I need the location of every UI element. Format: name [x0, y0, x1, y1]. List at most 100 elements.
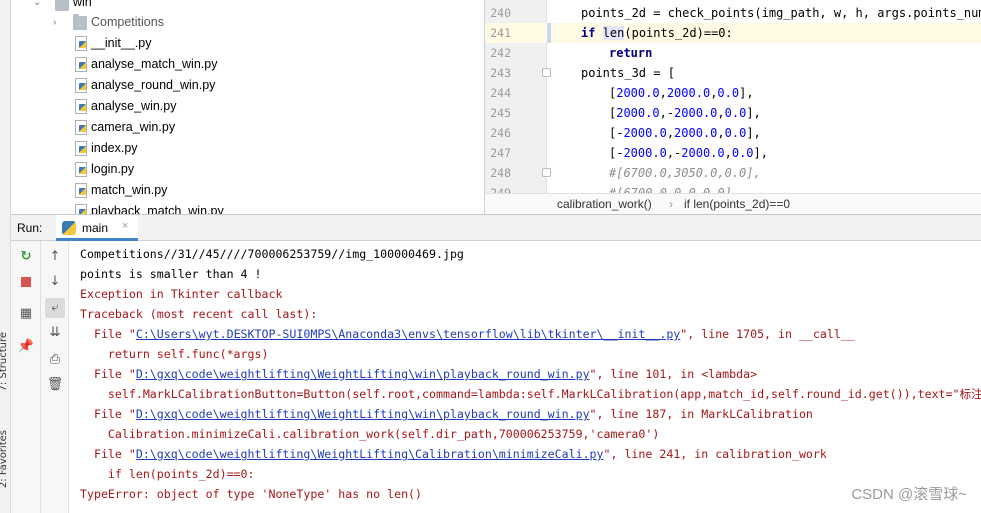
python-file-icon [75, 78, 87, 93]
code-line[interactable]: 247 [-2000.0,-2000.0,0.0], [485, 143, 981, 163]
code-token: points_3d = [ [581, 66, 675, 80]
code-text: points_2d = check_points(img_path, w, h,… [581, 3, 981, 23]
code-token: [- [609, 146, 624, 160]
code-line[interactable]: 243 points_3d = [ [485, 63, 981, 83]
line-number: 244 [490, 86, 511, 100]
chevron-down-icon[interactable]: ⌄ [33, 0, 43, 13]
pin-icon[interactable]: 📌 [16, 337, 36, 357]
code-token: ], [739, 86, 754, 100]
python-file-icon [75, 183, 87, 198]
line-number: 240 [490, 6, 511, 20]
trash-icon[interactable]: 🗑 [45, 375, 65, 395]
line-number: 248 [490, 166, 511, 180]
tree-label: __init__.py [91, 36, 152, 50]
code-text: #[6700.0,3050.0,0.0], [609, 163, 761, 183]
code-line[interactable]: 248 #[6700.0,3050.0,0.0], [485, 163, 981, 183]
down-arrow-icon[interactable]: ↓ [45, 272, 65, 292]
code-line[interactable]: 240 points_2d = check_points(img_path, w,… [485, 3, 981, 23]
code-number: 0.0 [717, 86, 740, 100]
console-line: File "C:\Users\wyt.DESKTOP-SUI0MPS\Anaco… [80, 324, 855, 344]
file-path-link[interactable]: D:\gxq\code\weightlifting\WeightLifting\… [136, 407, 590, 421]
code-comment: #[6700.0,3050.0,0.0], [609, 166, 761, 180]
code-line[interactable]: 241 if len(points_2d)==0: [485, 23, 981, 43]
soft-wrap-icon[interactable]: ⤶ [45, 298, 65, 318]
run-toolbar-primary: ↻ ▦ 📌 [11, 241, 41, 513]
console-text: File " [80, 367, 136, 381]
python-file-icon [75, 162, 87, 177]
tree-label: analyse_match_win.py [91, 57, 218, 71]
code-token: points_2d = check_points(img_path, w, h,… [581, 6, 981, 20]
fold-marker-icon[interactable] [542, 68, 551, 77]
rerun-icon[interactable]: ↻ [16, 247, 36, 267]
close-icon[interactable]: × [122, 220, 128, 232]
run-tab-main[interactable]: main × [56, 215, 138, 241]
favorites-tool-tab[interactable]: 2: Favorites [0, 430, 9, 488]
fold-marker-icon[interactable] [542, 168, 551, 177]
layout-icon[interactable]: ▦ [16, 304, 36, 324]
code-number: 2000.0 [674, 126, 718, 140]
scroll-to-end-icon[interactable]: ⇊ [45, 323, 65, 343]
run-label: Run: [17, 221, 43, 235]
editor-breadcrumb: calibration_work() › if len(points_2d)==… [485, 193, 981, 214]
up-arrow-icon[interactable]: ↑ [45, 247, 65, 267]
print-icon[interactable]: ⎙ [45, 350, 65, 370]
console-line: File "D:\gxq\code\weightlifting\WeightLi… [80, 404, 813, 424]
code-number: 2000.0 [623, 126, 667, 140]
structure-tool-tab[interactable]: 7: Structure [0, 332, 9, 391]
code-number: 2000.0 [616, 106, 660, 120]
console-line: return self.func(*args) [80, 347, 269, 361]
line-number: 245 [490, 106, 511, 120]
console-line: Traceback (most recent call last): [80, 307, 318, 321]
chevron-right-icon[interactable]: › [53, 12, 63, 33]
line-number: 241 [490, 26, 511, 40]
code-number: 2000.0 [616, 86, 660, 100]
code-number: 0.0 [724, 106, 747, 120]
code-token: ], [746, 106, 761, 120]
code-token: , [659, 86, 667, 100]
code-text: [2000.0,-2000.0,0.0], [609, 103, 761, 123]
code-text: return [609, 43, 652, 63]
tree-label: playback_match_win.py [91, 204, 224, 214]
folder-icon [55, 0, 69, 11]
console-line: points is smaller than 4 ! [80, 267, 262, 281]
code-line[interactable]: 245 [2000.0,-2000.0,0.0], [485, 103, 981, 123]
python-file-icon [75, 57, 87, 72]
breadcrumb-separator: › [669, 197, 673, 211]
project-tree: ⌄ win › Competitions __init__.py analyse_… [11, 0, 485, 214]
code-line[interactable]: 244 [2000.0,2000.0,0.0], [485, 83, 981, 103]
console-line: self.MarkLCalibrationButton=Button(self.… [80, 387, 981, 401]
code-text: if len(points_2d)==0: [581, 23, 733, 43]
stop-icon[interactable] [16, 272, 36, 292]
run-console-output[interactable]: Competitions//31//45////700006253759//im… [69, 241, 981, 513]
python-file-icon [75, 204, 87, 214]
console-line: File "D:\gxq\code\weightlifting\WeightLi… [80, 364, 757, 384]
file-path-link[interactable]: D:\gxq\code\weightlifting\WeightLifting\… [136, 447, 604, 461]
console-line: TypeError: object of type 'NoneType' has… [80, 487, 423, 501]
folder-icon [73, 14, 87, 30]
line-number: 247 [490, 146, 511, 160]
code-line[interactable]: 246 [-2000.0,2000.0,0.0], [485, 123, 981, 143]
console-text: ", line 241, in calibration_work [603, 447, 827, 461]
tree-label: match_win.py [91, 183, 168, 197]
code-token: ,- [666, 146, 682, 160]
console-line: Calibration.minimizeCali.calibration_wor… [80, 427, 660, 441]
breadcrumb-statement[interactable]: if len(points_2d)==0 [684, 194, 790, 214]
code-token: ], [753, 146, 768, 160]
breadcrumb-function[interactable]: calibration_work() [557, 194, 652, 214]
line-number: 242 [490, 46, 511, 60]
tree-label: win [73, 0, 92, 9]
watermark: CSDN @滚雪球~ [851, 486, 967, 503]
code-keyword: return [609, 46, 653, 60]
console-text: File " [80, 327, 136, 341]
console-line: Exception in Tkinter callback [80, 287, 283, 301]
code-token: [- [609, 126, 624, 140]
console-text: File " [80, 447, 136, 461]
code-token: , [666, 126, 675, 140]
code-line[interactable]: 242 return [485, 43, 981, 63]
code-editor[interactable]: 240 points_2d = check_points(img_path, w,… [485, 0, 981, 214]
tree-label: analyse_win.py [91, 99, 177, 113]
file-path-link[interactable]: C:\Users\wyt.DESKTOP-SUI0MPS\Anaconda3\e… [136, 327, 680, 341]
console-text: ", line 101, in <lambda> [589, 367, 758, 381]
file-path-link[interactable]: D:\gxq\code\weightlifting\WeightLifting\… [136, 367, 590, 381]
tree-label: camera_win.py [91, 120, 176, 134]
